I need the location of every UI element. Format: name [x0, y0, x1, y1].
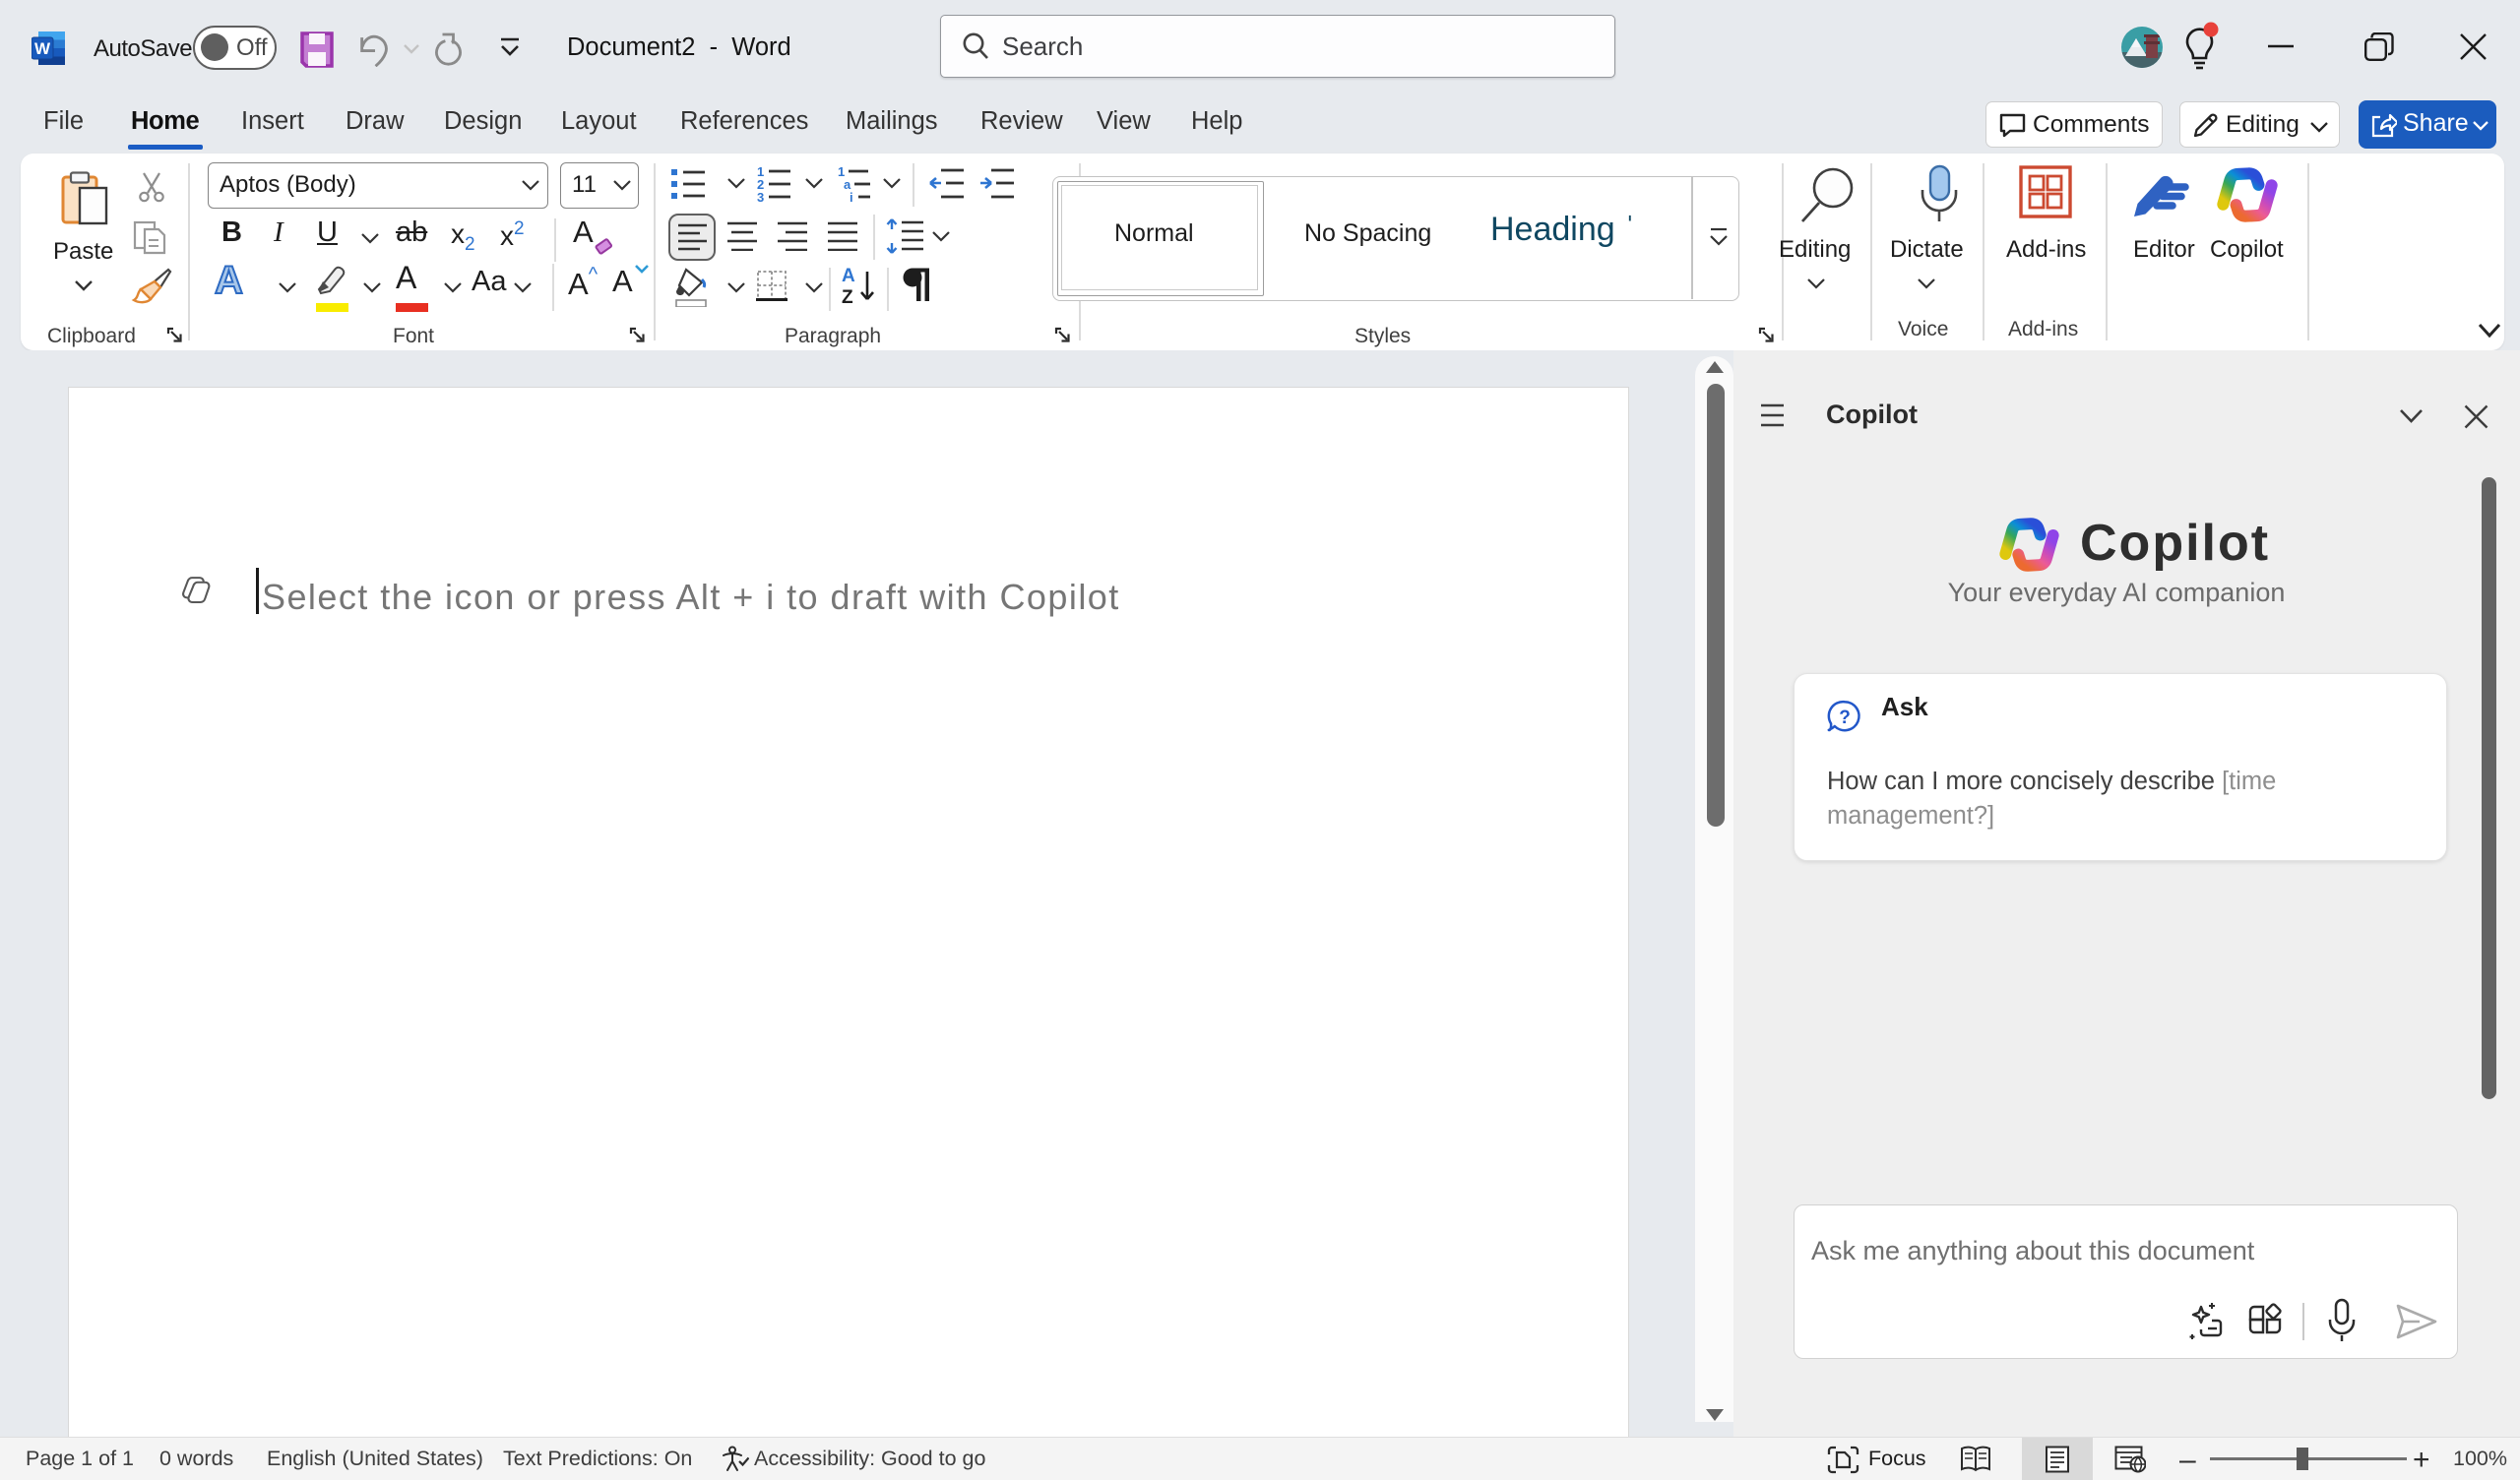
svg-text:A: A	[842, 266, 855, 286]
svg-text:i: i	[850, 190, 853, 203]
svg-text:W: W	[34, 39, 51, 58]
svg-text:?: ?	[1839, 708, 1851, 728]
svg-text:3: 3	[757, 190, 764, 203]
svg-text:Z: Z	[842, 287, 853, 307]
